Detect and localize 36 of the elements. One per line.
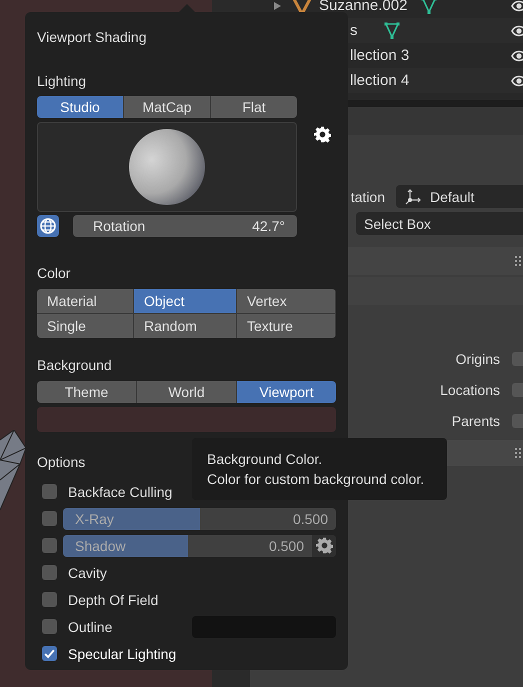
section-label: Color bbox=[37, 265, 70, 281]
mode-tab[interactable]: Object bbox=[134, 289, 237, 313]
rotation-field[interactable]: Rotation 42.7° bbox=[73, 215, 297, 237]
section-label: Background bbox=[37, 357, 112, 373]
mode-tab[interactable]: Material bbox=[37, 289, 134, 313]
option-label: Backface Culling bbox=[67, 484, 172, 500]
slider-field[interactable]: Shadow 0.500 bbox=[63, 534, 336, 556]
slider-field[interactable]: X-Ray 0.500 bbox=[63, 508, 336, 530]
dropdown[interactable]: Select Box bbox=[356, 212, 523, 235]
tooltip-text: Color for custom background color. bbox=[207, 470, 426, 489]
section-label: Lighting bbox=[37, 73, 86, 89]
field-label: tation bbox=[350, 188, 385, 204]
mode-tab[interactable]: World bbox=[137, 381, 237, 403]
mode-tab[interactable]: Vertex bbox=[237, 289, 336, 313]
option-label: Depth Of Field bbox=[67, 592, 158, 608]
mode-tab[interactable]: Texture bbox=[237, 314, 336, 338]
toggle-label: Origins bbox=[456, 350, 500, 366]
toggle-label: Locations bbox=[440, 382, 500, 398]
outliner-item[interactable]: llection 3 bbox=[350, 47, 410, 64]
mode-tab[interactable]: Flat bbox=[211, 96, 297, 118]
mode-tab[interactable]: Random bbox=[134, 314, 237, 338]
option-label: Outline bbox=[67, 618, 112, 634]
section-label: Options bbox=[37, 454, 86, 470]
mode-tab[interactable]: Theme bbox=[37, 381, 137, 403]
popup-title: Viewport Shading bbox=[37, 29, 146, 45]
mode-tab[interactable]: Single bbox=[37, 314, 134, 338]
tooltip-title: Background Color. bbox=[207, 450, 324, 469]
mode-tab[interactable]: Studio bbox=[37, 96, 124, 118]
option-label: Specular Lighting bbox=[67, 646, 176, 662]
dropdown[interactable]: Default bbox=[396, 185, 523, 208]
mode-tab[interactable]: MatCap bbox=[124, 96, 211, 118]
toggle-label: Parents bbox=[452, 412, 500, 428]
option-label: Cavity bbox=[67, 564, 107, 580]
mode-tab[interactable]: Viewport bbox=[237, 381, 336, 403]
outliner-item[interactable]: llection 4 bbox=[350, 72, 410, 89]
outliner-item[interactable]: s bbox=[350, 22, 358, 39]
